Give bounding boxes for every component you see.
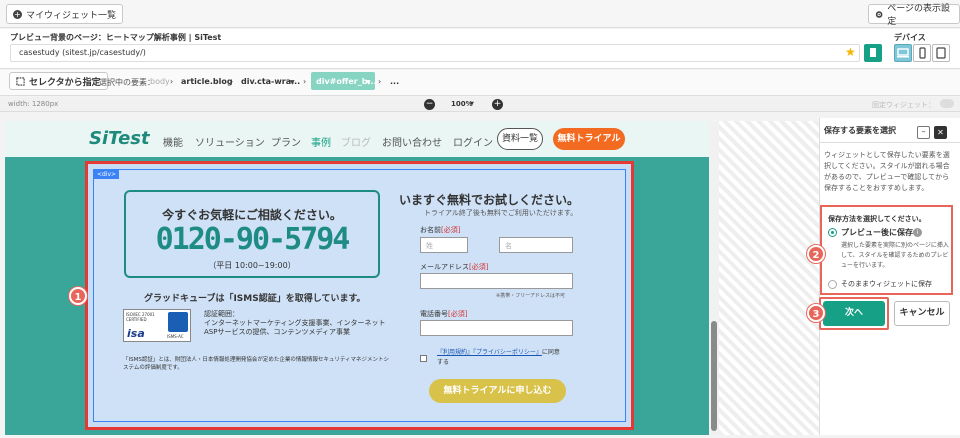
isms-ac-text: ISMS-AC [167,334,184,339]
annotation-badge-2: 2 [807,245,825,263]
breadcrumb-article[interactable]: article.blog [181,77,233,86]
first-name-input[interactable]: 名 [499,237,573,253]
nav-login[interactable]: ログイン [453,134,493,149]
panel-description: ウィジェットとして保存したい要素を選択してください。スタイルが崩れる場合があるの… [824,151,950,192]
consult-title: 今すぐお気軽にご相談ください。 [162,208,342,222]
device-label: デバイス [894,33,926,42]
chevron-down-icon[interactable]: ▼ [366,79,371,86]
breadcrumb-more[interactable]: ... [390,77,399,86]
preview-save-description: 選択した要素を実際に別のページに挿入して、スタイルを確認するためのプレビューを行… [841,242,949,269]
desktop-icon [897,48,909,58]
width-label: width: 1280px [8,100,59,108]
nav-cases[interactable]: 事例 [311,134,331,149]
mobile-icon [919,47,926,59]
chevron-down-icon[interactable]: ▼ [470,101,474,107]
breadcrumb-separator-icon: › [303,77,307,86]
preview-page-label: プレビュー背景のページ：ヒートマップ解析事例 | SiTest [10,33,222,42]
isms-ac-mark [168,312,188,332]
phone-number[interactable]: 0120-90-5794 [134,222,370,257]
materials-button[interactable]: 資料一覧 [497,128,543,150]
offer-inner: <div> 今すぐお気軽にご相談ください。 0120-90-5794 （平日 1… [93,169,626,422]
preview-outside-area [719,121,819,435]
isms-title: グラッドキューブは「ISMS認証」を取得しています。 [144,294,366,304]
widget-list-button[interactable]: + マイウィジェット一覧 [6,4,124,24]
selection-frame-icon [16,76,25,86]
agree-text: 『利用規約』『プライバシーポリシー』に同意する [437,349,560,366]
gear-icon [875,10,883,18]
selected-offer-box[interactable]: <div> 今すぐお気軽にご相談ください。 0120-90-5794 （平日 1… [85,161,634,430]
tablet-icon [936,47,946,59]
phone-input[interactable] [420,320,573,336]
isa-logo: isa [127,327,145,340]
minimize-icon[interactable]: – [917,126,930,139]
panel-title: 保存する要素を選択 [824,126,896,135]
nav-plans[interactable]: プラン [271,134,301,149]
last-name-input[interactable]: 姓 [420,237,468,253]
annotation-badge-1: 1 [69,287,87,305]
terms-link[interactable]: 『利用規約』 [437,349,473,356]
zoom-in-icon[interactable]: + [492,99,503,110]
fixed-widget-label: 固定ウィジェット： [872,101,935,109]
isms-logo-text: ISO/IEC 27001 CERTIFIED [126,312,155,322]
url-select[interactable]: casestudy (sitest.jp/casestudy/) [10,44,860,62]
site-navbar: SiTest 機能 ソリューション プラン 事例 ブログ お問い合わせ ログイン… [5,121,719,157]
info-icon[interactable]: i [913,228,922,237]
breadcrumb-separator-icon: › [170,77,174,86]
breadcrumb-body[interactable]: body [150,77,170,86]
star-icon[interactable]: ★ [845,46,856,58]
submit-trial-button[interactable]: 無料トライアルに申し込む [429,379,566,403]
site-logo[interactable]: SiTest [89,128,150,149]
device-desktop-button[interactable] [894,44,912,62]
form-subtitle: トライアル終了後も無料でご利用いただけます。 [424,209,578,217]
preview-save-option[interactable]: プレビュー後に保存 [841,227,913,238]
direct-save-option[interactable]: そのままウィジェットに保存 [841,279,932,289]
trial-button[interactable]: 無料トライアル [553,128,625,150]
business-hours: （平日 10:00~19:00） [208,261,296,270]
device-tablet-button[interactable] [932,44,950,62]
plus-circle-icon: + [13,9,22,19]
cancel-button[interactable]: キャンセル [894,301,950,326]
next-button[interactable]: 次へ [823,301,885,326]
close-icon[interactable]: ✕ [934,126,947,139]
nav-blog[interactable]: ブログ [341,134,371,149]
zoom-out-icon[interactable]: − [424,99,435,110]
selected-element-label: 選択中の要素： [99,78,155,87]
chevron-down-icon[interactable]: ▼ [290,79,295,86]
select-by-selector-label: セレクタから指定 [29,77,101,88]
nav-features[interactable]: 機能 [163,134,183,149]
breadcrumb-separator-icon: › [378,77,382,86]
nav-contact[interactable]: お問い合わせ [382,134,442,149]
annotation-badge-3: 3 [807,304,825,322]
display-settings-button[interactable]: ページの表示設定 [868,4,960,27]
scope-line-2: ASPサービスの提供、コンテンツメディア事業 [204,328,350,336]
isms-note: 「ISMS認証」とは、財団法人・日本情報処理開発協会が定めた企業の情報情報セキュ… [123,357,390,371]
privacy-link[interactable]: 『プライバシーポリシー』 [473,349,542,356]
name-label: お名前[必須] [420,226,461,234]
scrollbar-thumb[interactable] [711,321,717,431]
page-preview: SiTest 機能 ソリューション プラン 事例 ブログ お問い合わせ ログイン… [5,121,719,435]
breadcrumb-separator-icon: › [230,77,234,86]
isms-logo: ISO/IEC 27001 CERTIFIED isa ISMS-AC [123,309,191,342]
document-button[interactable] [864,44,882,62]
fixed-widget-toggle[interactable] [940,99,954,108]
phone-label: 電話番号[必須] [420,310,468,318]
email-label: メールアドレス[必須] [420,263,489,271]
email-note: ※携帯・フリーアドレスは不可 [496,293,565,299]
top-toolbar [0,0,960,28]
direct-save-radio[interactable] [828,280,837,289]
display-settings-label: ページの表示設定 [887,4,951,27]
div-tag: <div> [94,170,120,179]
widget-list-label: マイウィジェット一覧 [26,10,117,21]
save-method-title: 保存方法を選択してください。 [828,215,926,223]
select-by-selector-button[interactable]: セレクタから指定 [9,72,108,90]
email-input[interactable] [420,273,573,289]
preview-save-radio[interactable] [828,228,837,237]
device-mobile-button[interactable] [913,44,931,62]
nav-solutions[interactable]: ソリューション [195,134,265,149]
agree-checkbox[interactable] [420,355,427,362]
document-icon [870,48,876,57]
zoom-row [0,97,960,112]
form-title: いますぐ無料でお試しください。 [399,193,580,207]
